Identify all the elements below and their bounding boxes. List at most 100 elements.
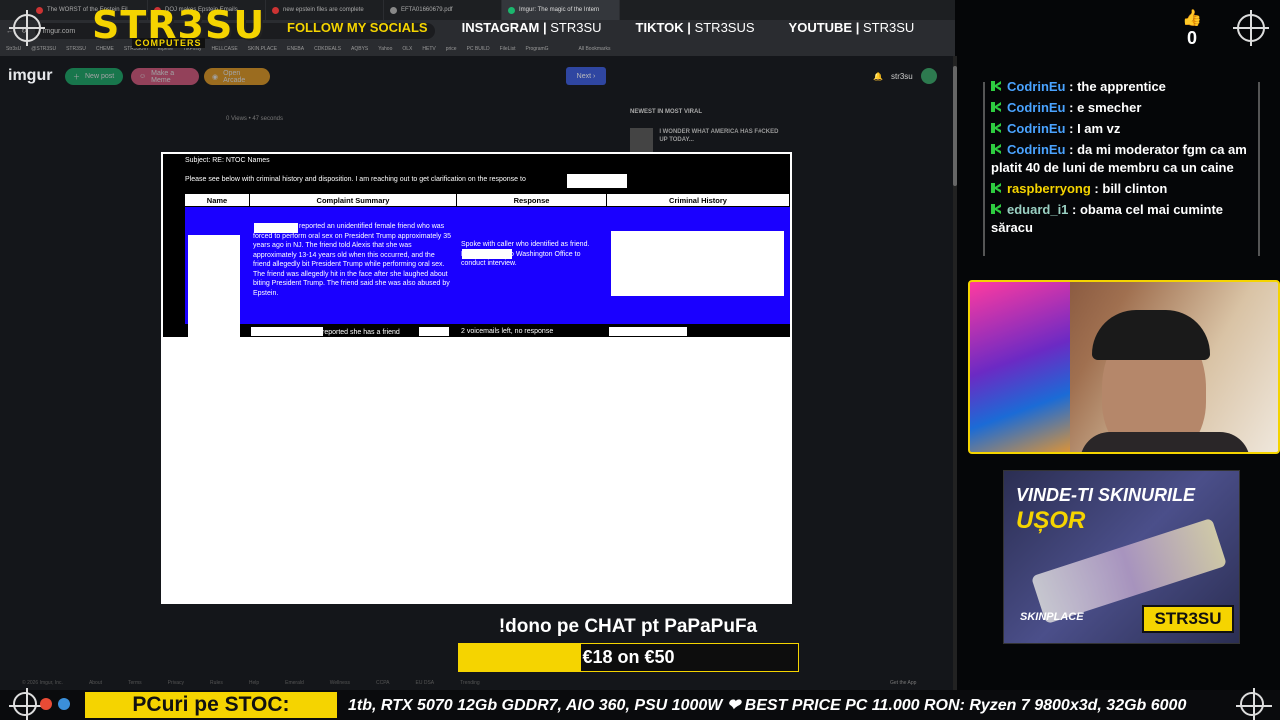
username[interactable]: str3su bbox=[891, 72, 913, 81]
ad-brand: SKINPLACE bbox=[1020, 611, 1084, 623]
chat-message: CodrinEu : da mi moderator fgm ca am pla… bbox=[991, 141, 1260, 177]
kick-badge-icon bbox=[991, 183, 1001, 193]
footer-link[interactable]: Wellness bbox=[330, 680, 350, 686]
viral-post[interactable]: I WONDER WHAT AMERICA HAS F#CKED UP TODA… bbox=[630, 128, 780, 154]
footer-link[interactable]: Rules bbox=[210, 680, 223, 686]
viral-thumbnail bbox=[630, 128, 654, 154]
browser-tab[interactable]: new epstein files are complete bbox=[266, 0, 384, 20]
footer-link[interactable]: About bbox=[89, 680, 102, 686]
kick-badge-icon bbox=[991, 144, 1001, 154]
kick-badge-icon bbox=[991, 102, 1001, 112]
ad-headline: VINDE-TI SKINURILE bbox=[1016, 485, 1196, 505]
avatar[interactable] bbox=[920, 68, 937, 84]
social-instagram: INSTAGRAM | STR3SU bbox=[461, 20, 602, 35]
follow-label: FOLLOW MY SOCIALS bbox=[287, 20, 428, 35]
complaint-summary-cell: reported an unidentified female friend w… bbox=[253, 223, 452, 297]
crosshair-icon bbox=[1233, 10, 1269, 46]
meme-icon: ☺ bbox=[139, 73, 147, 80]
bookmark[interactable]: OLX bbox=[402, 46, 412, 52]
document-intro: Please see below with criminal history a… bbox=[185, 176, 526, 183]
crosshair-icon bbox=[1236, 688, 1272, 720]
chat-separator: : bbox=[1068, 202, 1080, 217]
next-button[interactable]: Next › bbox=[566, 67, 606, 85]
streamer-cap bbox=[1092, 310, 1210, 360]
ticker-label: PCuri pe STOC: bbox=[85, 692, 337, 718]
page-scrollbar[interactable] bbox=[953, 56, 957, 690]
browser-tab[interactable]: EFTA01660679.pdf bbox=[384, 0, 502, 20]
column-header: Name bbox=[185, 194, 250, 206]
webcam-feed bbox=[968, 280, 1280, 454]
chat-username[interactable]: CodrinEu bbox=[1007, 100, 1066, 115]
chat-username[interactable]: CodrinEu bbox=[1007, 79, 1066, 94]
document-image[interactable]: Subject: RE: NTOC Names Please see below… bbox=[161, 152, 792, 604]
chat-separator: : bbox=[1065, 121, 1078, 136]
pdf-icon bbox=[390, 6, 397, 14]
chat-separator: : bbox=[1065, 79, 1078, 94]
footer-link[interactable]: Help bbox=[249, 680, 259, 686]
make-meme-button[interactable]: ☺ Make a Meme bbox=[131, 68, 199, 85]
user-area: 🔔 str3su bbox=[873, 68, 937, 84]
bookmark[interactable]: Str3sU bbox=[6, 46, 21, 52]
redaction-box bbox=[611, 231, 784, 296]
like-count: 0 bbox=[1186, 28, 1197, 48]
chat-message: eduard_i1 : obama cel mai cuminte săracu bbox=[991, 201, 1260, 237]
new-post-button[interactable]: ＋ New post bbox=[65, 68, 123, 85]
footer-link[interactable]: Terms bbox=[128, 680, 142, 686]
document-crop: Subject: RE: NTOC Names Please see below… bbox=[163, 154, 790, 337]
kick-badge-icon bbox=[991, 81, 1001, 91]
chat-text: bill clinton bbox=[1102, 181, 1168, 196]
viral-title: I WONDER WHAT AMERICA HAS F#CKED UP TODA… bbox=[659, 129, 779, 143]
bookmark[interactable]: CDKDEALS bbox=[314, 46, 341, 52]
chat-username[interactable]: CodrinEu bbox=[1007, 121, 1066, 136]
redaction-box bbox=[188, 325, 240, 337]
chat-username[interactable]: CodrinEu bbox=[1007, 142, 1066, 157]
ad-code-tag: STR3SU bbox=[1142, 605, 1234, 633]
bookmark[interactable]: @STR3SU bbox=[31, 46, 56, 52]
column-header: Response bbox=[457, 194, 607, 206]
open-arcade-button[interactable]: ◉ Open Arcade bbox=[204, 68, 270, 85]
chrome-icon[interactable] bbox=[40, 698, 52, 710]
kick-badge-icon bbox=[991, 123, 1001, 133]
bookmark[interactable]: PC BUILD bbox=[467, 46, 490, 52]
bookmark[interactable]: ENEBA bbox=[287, 46, 304, 52]
ad-headline-accent: UȘOR bbox=[1016, 507, 1086, 534]
donation-progress-bar: €18 on €50 bbox=[458, 643, 799, 672]
table-row: reported she has a friend 2 voicemails l… bbox=[185, 325, 790, 337]
crosshair-icon bbox=[9, 688, 45, 720]
bell-icon[interactable]: 🔔 bbox=[873, 72, 883, 81]
footer-link[interactable]: Emerald bbox=[285, 680, 304, 686]
column-header: Complaint Summary bbox=[250, 194, 457, 206]
bookmark[interactable]: ProgramG bbox=[525, 46, 548, 52]
bookmark[interactable]: FileList bbox=[500, 46, 516, 52]
complaint-summary-cell: reported she has a friend bbox=[322, 329, 400, 336]
bookmark[interactable]: STR3SU bbox=[66, 46, 86, 52]
redaction-box bbox=[462, 249, 512, 259]
bookmark[interactable]: AQBYS bbox=[351, 46, 368, 52]
browser-tab-active[interactable]: Imgur: The magic of the Intern bbox=[502, 0, 620, 20]
social-youtube: YOUTUBE | STR3SU bbox=[788, 20, 915, 35]
chat-message: CodrinEu : the apprentice bbox=[991, 78, 1260, 96]
get-app-link[interactable]: Get the App bbox=[890, 680, 916, 686]
redaction-box bbox=[609, 327, 687, 336]
imgur-footer: © 2026 Imgur, Inc. About Terms Privacy R… bbox=[0, 676, 955, 690]
youtube-icon bbox=[272, 6, 279, 14]
scrollbar-thumb[interactable] bbox=[953, 66, 957, 186]
donation-progress-text: €18 on €50 bbox=[582, 647, 675, 667]
redaction-box bbox=[419, 327, 449, 336]
bookmark[interactable]: price bbox=[446, 46, 457, 52]
footer-link[interactable]: CCPA bbox=[376, 680, 390, 686]
newest-label: NEWEST IN MOST VIRAL bbox=[630, 109, 702, 115]
footer-link[interactable]: Trending bbox=[460, 680, 480, 686]
footer-link[interactable]: EU DSA bbox=[416, 680, 435, 686]
chat-username[interactable]: eduard_i1 bbox=[1007, 202, 1068, 217]
chat-username[interactable]: raspberryong bbox=[1007, 181, 1091, 196]
footer-link[interactable]: Privacy bbox=[168, 680, 184, 686]
bookmark[interactable]: HETV bbox=[422, 46, 435, 52]
app-icon[interactable] bbox=[58, 698, 70, 710]
bookmark[interactable]: Yahoo bbox=[378, 46, 392, 52]
bookmark[interactable]: All Bookmarks bbox=[579, 46, 611, 52]
response-cell: 2 voicemails left, no response bbox=[461, 328, 554, 335]
imgur-logo[interactable]: imgur bbox=[8, 67, 52, 85]
redaction-box bbox=[251, 327, 323, 336]
socials-bar: FOLLOW MY SOCIALS INSTAGRAM | STR3SU TIK… bbox=[287, 20, 914, 35]
